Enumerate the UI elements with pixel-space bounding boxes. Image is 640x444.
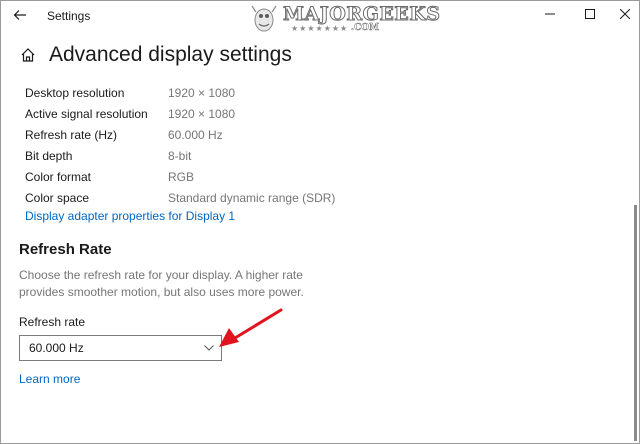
title-bar: Settings MAJORGEEKS ★★★★★★★ .COM [1, 1, 640, 33]
learn-more-link[interactable]: Learn more [19, 372, 80, 386]
arrow-left-icon [13, 10, 26, 20]
info-row-active-signal-resolution: Active signal resolution 1920 × 1080 [25, 103, 335, 124]
display-adapter-properties-link[interactable]: Display adapter properties for Display 1 [25, 209, 235, 223]
info-row-refresh-rate: Refresh rate (Hz) 60.000 Hz [25, 124, 335, 145]
watermark-stars: ★★★★★★★ [291, 24, 349, 33]
watermark-suffix: .COM [351, 23, 380, 34]
info-value: 1920 × 1080 [168, 85, 236, 100]
annotation-arrow-icon [219, 308, 283, 347]
scrollbar[interactable] [634, 205, 637, 441]
info-value: 60.000 Hz [168, 127, 223, 142]
minimize-icon [545, 13, 555, 15]
close-button[interactable] [607, 3, 640, 25]
info-label: Color space [25, 190, 90, 205]
info-value: 1920 × 1080 [168, 106, 236, 121]
refresh-rate-section-title: Refresh Rate [19, 241, 112, 258]
home-icon [21, 48, 35, 62]
page-title: Advanced display settings [49, 43, 292, 66]
info-label: Bit depth [25, 148, 73, 163]
mascot-icon [251, 5, 277, 32]
page-header: Advanced display settings [17, 41, 292, 69]
info-label: Desktop resolution [25, 85, 125, 100]
info-row-bit-depth: Bit depth 8-bit [25, 145, 335, 166]
maximize-button[interactable] [572, 3, 608, 25]
settings-window: Settings MAJORGEEKS ★★★★★★★ .COM Advance… [0, 0, 640, 444]
info-row-color-format: Color format RGB [25, 166, 335, 187]
info-row-color-space: Color space Standard dynamic range (SDR) [25, 187, 335, 208]
info-row-desktop-resolution: Desktop resolution 1920 × 1080 [25, 82, 335, 103]
info-value: 8-bit [168, 148, 192, 163]
maximize-icon [585, 9, 595, 19]
refresh-rate-description: Choose the refresh rate for your display… [19, 268, 304, 299]
home-button[interactable] [17, 44, 39, 66]
window-title: Settings [47, 9, 91, 23]
close-icon [620, 9, 630, 19]
info-label: Color format [25, 169, 92, 184]
back-button[interactable] [9, 4, 31, 26]
watermark-text: MAJORGEEKS [283, 3, 441, 26]
watermark-logo: MAJORGEEKS ★★★★★★★ .COM [247, 1, 441, 37]
refresh-rate-field-label: Refresh rate [19, 315, 86, 329]
display-info-list: Desktop resolution 1920 × 1080 Active si… [25, 82, 335, 208]
info-label: Active signal resolution [25, 106, 148, 121]
info-value: Standard dynamic range (SDR) [168, 190, 336, 205]
refresh-rate-dropdown[interactable]: 60.000 Hz [19, 335, 222, 361]
chevron-down-icon [202, 341, 216, 355]
refresh-rate-selected-value: 60.000 Hz [29, 341, 84, 355]
info-value: RGB [168, 169, 195, 184]
minimize-button[interactable] [532, 3, 568, 25]
info-label: Refresh rate (Hz) [25, 127, 118, 142]
